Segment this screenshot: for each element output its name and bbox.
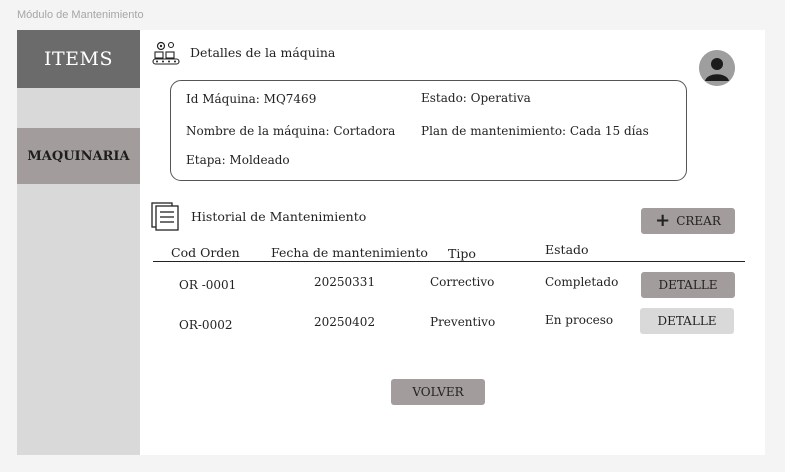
document-list-icon: [151, 202, 181, 236]
cell-cod: OR -0001: [179, 278, 237, 292]
cell-fecha: 20250402: [314, 315, 376, 329]
create-button[interactable]: + CREAR: [641, 208, 735, 234]
frame-label: Módulo de Mantenimiento: [17, 9, 144, 21]
machine-name: Nombre de la máquina: Cortadora: [186, 124, 396, 138]
details-title: Detalles de la máquina: [190, 45, 336, 60]
history-title: Historial de Mantenimiento: [191, 209, 367, 224]
column-header-cod: Cod Orden: [171, 245, 240, 260]
app-frame: ITEMS MAQUINARIA Detalles de la máquina: [17, 30, 765, 455]
machine-details-card: Id Máquina: MQ7469 Estado: Operativa Nom…: [170, 80, 687, 181]
table-divider: [153, 261, 745, 262]
cell-tipo: Preventivo: [430, 315, 496, 329]
column-header-fecha: Fecha de mantenimiento: [271, 245, 428, 260]
sidebar-item-maquinaria[interactable]: MAQUINARIA: [17, 128, 140, 184]
machine-status: Estado: Operativa: [421, 91, 531, 105]
machinery-conveyor-icon: [152, 40, 180, 70]
plus-icon: +: [655, 210, 671, 231]
cell-cod: OR-0002: [179, 318, 233, 332]
cell-fecha: 20250331: [314, 275, 376, 289]
cell-estado: Completado: [545, 275, 619, 289]
column-header-estado: Estado: [545, 242, 589, 257]
column-header-tipo: Tipo: [448, 246, 476, 261]
maintenance-plan: Plan de mantenimiento: Cada 15 días: [421, 124, 649, 138]
sidebar-item-label: ITEMS: [43, 48, 114, 70]
detail-button[interactable]: DETALLE: [641, 272, 735, 298]
cell-tipo: Correctivo: [430, 275, 495, 289]
sidebar-item-label: MAQUINARIA: [27, 148, 130, 164]
sidebar: ITEMS MAQUINARIA: [17, 30, 140, 455]
sidebar-item-items[interactable]: ITEMS: [17, 30, 140, 88]
create-label: CREAR: [676, 214, 721, 228]
cell-estado: En proceso: [545, 313, 614, 327]
machine-stage: Etapa: Moldeado: [186, 153, 290, 167]
detail-button[interactable]: DETALLE: [640, 308, 734, 334]
back-button[interactable]: VOLVER: [391, 379, 485, 405]
machine-id: Id Máquina: MQ7469: [186, 92, 317, 106]
user-avatar-icon[interactable]: [699, 50, 735, 86]
